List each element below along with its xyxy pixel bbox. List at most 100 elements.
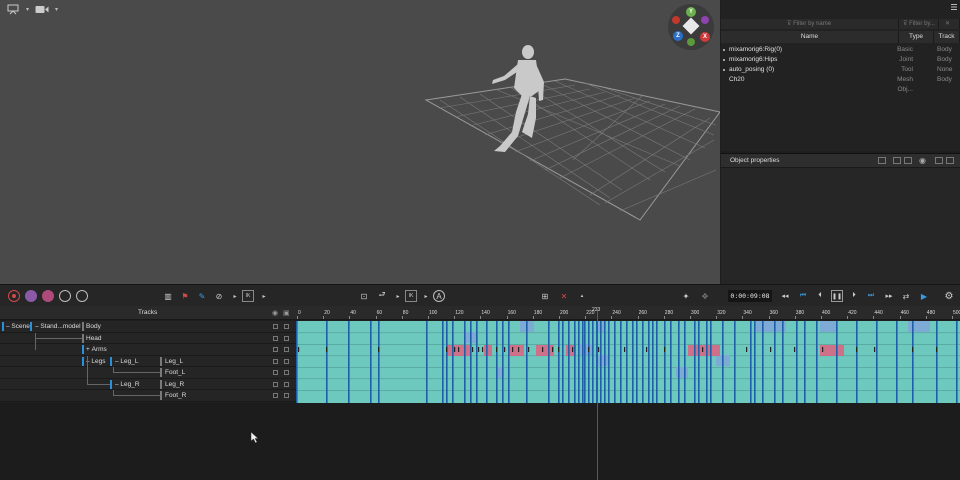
track-row-leg-r[interactable]: – Leg_R Leg_R	[0, 355, 296, 390]
time-ruler[interactable]: 0 20 40 60 80 100 120 140 160 180 200 220 240 260 280 3…	[296, 306, 960, 320]
options-icon[interactable]	[946, 157, 954, 164]
settings-gear-icon[interactable]: ⚙	[943, 290, 955, 302]
go-to-end-icon[interactable]: ⏭	[865, 290, 877, 302]
track-row-leg-l[interactable]: – Legs – Leg_L Leg_L	[0, 355, 296, 367]
filter-type-input[interactable]: ⊽ Filter by...	[899, 19, 939, 29]
orientation-gizmo[interactable]: Y Z X	[668, 4, 714, 50]
visibility-checkbox[interactable]	[273, 335, 278, 341]
list-icon[interactable]	[904, 157, 912, 164]
track-leg-r-group[interactable]: – Leg_R	[112, 379, 140, 390]
caret-right-icon[interactable]: ▸	[420, 290, 432, 302]
track-row-foot-l[interactable]: Foot_L	[0, 367, 296, 379]
menu-icon[interactable]	[951, 4, 957, 10]
track-row-foot-r[interactable]: Foot_R	[0, 390, 296, 402]
filter-name-input[interactable]: ⊽ Filter by name	[721, 19, 899, 29]
grid-icon[interactable]	[893, 157, 901, 164]
eye-icon[interactable]: ◉	[919, 156, 926, 165]
pin-icon[interactable]: ✦	[680, 290, 692, 302]
ik-icon[interactable]: IK	[242, 290, 254, 302]
axis-y-icon[interactable]: Y	[686, 7, 696, 17]
rewind-icon[interactable]: ◂◂	[779, 290, 791, 302]
outliner-row[interactable]: mixamorig6:Rig(0) Basic Body	[721, 45, 960, 55]
caret-right-icon[interactable]: ▸	[258, 290, 270, 302]
pause-button[interactable]: ❚❚	[831, 290, 843, 302]
visibility-checkbox[interactable]	[273, 347, 278, 352]
split-view-icon[interactable]: ▥	[162, 290, 174, 302]
visibility-checkbox[interactable]	[273, 324, 278, 329]
track-row-arms[interactable]: + Arms	[0, 338, 296, 356]
caret-right-icon[interactable]: ▸	[392, 290, 404, 302]
ik-icon[interactable]: IK	[405, 290, 417, 302]
visibility-checkbox[interactable]	[273, 393, 278, 398]
layout-icon[interactable]	[878, 157, 886, 164]
view-cube-icon[interactable]	[682, 17, 700, 35]
go-to-start-icon[interactable]: ⏮	[797, 290, 809, 302]
flag-icon[interactable]: ⚑	[179, 290, 191, 302]
sync-icon[interactable]	[76, 290, 88, 302]
lock-checkbox[interactable]	[284, 347, 289, 352]
column-name[interactable]: Name	[721, 31, 899, 43]
fast-forward-icon[interactable]: ▸▸	[883, 290, 895, 302]
lock-checkbox[interactable]	[284, 381, 289, 387]
axis-x-icon[interactable]: X	[700, 32, 710, 42]
lock-checkbox[interactable]	[284, 393, 289, 398]
track-leg-r[interactable]: Leg_R	[162, 379, 184, 390]
keyframe-timeline[interactable]	[296, 321, 960, 403]
loop-playback-icon[interactable]: ⇄	[900, 290, 912, 302]
eye-icon[interactable]: ◉	[272, 309, 278, 317]
keyframe-line	[796, 321, 798, 403]
track-leg-l-group[interactable]: – Leg_L	[112, 356, 139, 367]
frame-fit-icon[interactable]: ⊞	[539, 290, 551, 302]
wrench-icon[interactable]: ✎	[196, 290, 208, 302]
track-scene[interactable]: – Scene	[3, 321, 30, 332]
outliner-row[interactable]: Ch20 Mesh Obj... Body	[721, 75, 960, 93]
previous-frame-icon[interactable]: ⏴	[814, 290, 826, 302]
playback-speed-icon[interactable]: ▶	[918, 290, 930, 302]
filter-track-clear-icon[interactable]: ✕	[939, 19, 960, 29]
axis-z-icon[interactable]: Z	[673, 31, 683, 41]
timecode-field[interactable]: 0:00:09:08	[728, 290, 772, 302]
a-mode-icon[interactable]: A	[433, 290, 445, 302]
lock-icon[interactable]: ▣	[283, 309, 290, 317]
visibility-checkbox[interactable]	[273, 358, 278, 364]
visibility-checkbox[interactable]	[273, 370, 278, 375]
playhead[interactable]	[597, 310, 598, 480]
next-frame-icon[interactable]: ⏵	[848, 290, 860, 302]
loop-icon[interactable]	[59, 290, 71, 302]
axis-neg-x-icon[interactable]	[672, 16, 680, 24]
lock-icon[interactable]	[935, 157, 943, 164]
retarget-icon[interactable]: ⮐	[376, 290, 388, 302]
column-track[interactable]: Track	[934, 31, 960, 43]
track-arms[interactable]: + Arms	[83, 344, 107, 355]
track-foot-r[interactable]: Foot_R	[162, 390, 186, 401]
keyframe-layer	[296, 321, 960, 403]
track-standard-model[interactable]: – Stand...model	[32, 321, 81, 332]
fit-view-icon[interactable]: ⊡	[358, 290, 370, 302]
record-target-icon[interactable]	[8, 290, 20, 302]
track-head[interactable]: Head	[83, 333, 102, 344]
key-marker-icon[interactable]: ▴	[576, 290, 588, 302]
visibility-checkbox[interactable]	[273, 381, 278, 387]
caret-right-icon[interactable]: ▸	[229, 290, 241, 302]
lock-checkbox[interactable]	[284, 335, 289, 341]
disable-icon[interactable]: ⊘	[213, 290, 225, 302]
clear-keys-icon[interactable]: ✕	[558, 290, 570, 302]
track-body[interactable]: Body	[83, 321, 101, 332]
lock-checkbox[interactable]	[284, 358, 289, 364]
outliner-row[interactable]: auto_posing (0) Tool None	[721, 65, 960, 75]
lock-checkbox[interactable]	[284, 370, 289, 375]
auto-key-icon[interactable]	[25, 290, 37, 302]
axis-neg-z-icon[interactable]	[701, 16, 709, 24]
lock-checkbox[interactable]	[284, 324, 289, 329]
outliner-row[interactable]: mixamorig6:Hips Joint Body	[721, 55, 960, 65]
track-foot-l[interactable]: Foot_L	[162, 367, 185, 378]
column-type[interactable]: Type	[899, 31, 934, 43]
bullet-icon	[723, 49, 725, 51]
3d-viewport[interactable]: ▾ ▾ Y Z X	[0, 0, 720, 284]
axis-neg-y-icon[interactable]	[687, 38, 695, 46]
move-icon[interactable]: ✥	[699, 290, 711, 302]
keyframe-line	[626, 321, 628, 403]
key-all-icon[interactable]	[42, 290, 54, 302]
track-row-body[interactable]: – Scene – Stand...model Body	[0, 321, 296, 333]
track-leg-l[interactable]: Leg_L	[162, 356, 183, 367]
